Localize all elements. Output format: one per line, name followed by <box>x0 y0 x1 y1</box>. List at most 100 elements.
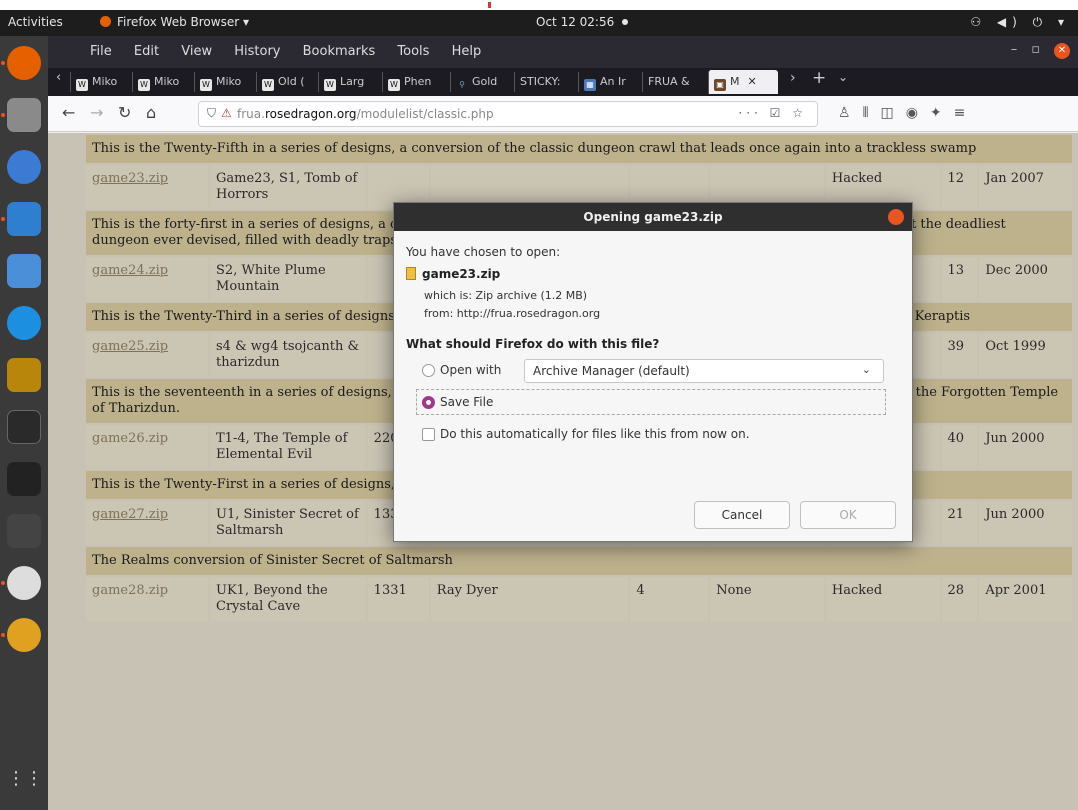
back-icon[interactable]: ← <box>62 103 75 122</box>
cancel-button[interactable]: Cancel <box>694 501 790 529</box>
tab[interactable]: ⚲ Gold <box>450 72 512 92</box>
pocket-icon[interactable]: ◉ <box>906 105 930 121</box>
reload-icon[interactable]: ↻ <box>118 103 131 122</box>
insecure-lock-icon[interactable]: ⚠ <box>221 106 232 120</box>
thunderbird-icon[interactable] <box>7 150 41 184</box>
caption-strip <box>0 0 1078 10</box>
close-window-icon[interactable]: ✕ <box>1054 43 1070 59</box>
wiki-icon: W <box>262 79 274 91</box>
save-file-radio[interactable] <box>422 396 435 409</box>
search-icon: ⚲ <box>459 80 465 89</box>
page-actions[interactable]: ··· ☑ ☆ <box>738 106 807 120</box>
tab[interactable]: ▦ An Ir <box>578 72 640 92</box>
tab[interactable]: W Larg <box>318 72 380 92</box>
menu-help[interactable]: Help <box>452 44 482 59</box>
list-tabs-icon[interactable]: ⌄ <box>838 70 848 84</box>
sidebar-icon[interactable]: ◫ <box>880 105 905 121</box>
files-icon[interactable] <box>7 98 41 132</box>
open-with-select[interactable]: Archive Manager (default) ⌄ <box>524 359 884 383</box>
tab-active[interactable]: ▣ M ✕ <box>708 70 778 94</box>
screenshot-icon[interactable] <box>7 254 41 288</box>
file-type: which is: Zip archive (1.2 MB) <box>424 289 588 302</box>
maximize-icon[interactable]: ▫ <box>1031 42 1054 57</box>
menu-view[interactable]: View <box>181 44 212 59</box>
tab-bar: ‹ W Miko W Miko W Miko W Old ( W Larg W Phen ⚲… <box>48 68 1078 96</box>
tab[interactable]: FRUA & <box>642 72 706 92</box>
extension-icon[interactable]: ✦ <box>930 105 954 121</box>
tab-label: An Ir <box>600 75 626 88</box>
game-icon[interactable] <box>7 358 41 392</box>
tab[interactable]: W Phen <box>382 72 448 92</box>
save-file-label[interactable]: Save File <box>440 395 493 409</box>
navigation-bar: ← → ↻ ⌂ ⛉ ⚠ frua.rosedragon.org/moduleli… <box>48 96 1078 132</box>
running-indicator <box>1 581 5 585</box>
tab-label: Gold <box>472 75 498 88</box>
wiki-icon: W <box>138 79 150 91</box>
auto-label[interactable]: Do this automatically for files like thi… <box>440 427 750 441</box>
clock[interactable]: Oct 12 02:56 <box>536 15 629 29</box>
chevron-down-icon: ⌄ <box>861 363 871 376</box>
tab-label: Phen <box>404 75 432 88</box>
scroll-tabs-left-icon[interactable]: ‹ <box>56 70 61 85</box>
menu-bookmarks[interactable]: Bookmarks <box>303 44 376 59</box>
menu-history[interactable]: History <box>234 44 280 59</box>
account-icon[interactable]: ♙ <box>838 105 863 121</box>
tab-label: Miko <box>154 75 180 88</box>
snake-icon[interactable] <box>7 514 41 548</box>
tab-label: FRUA & <box>648 75 690 88</box>
shield-icon[interactable]: ⛉ <box>207 106 216 121</box>
running-indicator <box>1 61 5 65</box>
forward-icon[interactable]: → <box>90 103 103 122</box>
open-with-radio[interactable] <box>422 364 435 377</box>
dialog-close-icon[interactable] <box>888 209 904 225</box>
show-apps-icon[interactable]: ⋮⋮ <box>7 762 43 796</box>
auto-checkbox[interactable] <box>422 428 435 441</box>
help-icon[interactable] <box>7 306 41 340</box>
activities-button[interactable]: Activities <box>8 15 63 29</box>
menu-tools[interactable]: Tools <box>397 44 429 59</box>
firefox-dock-icon[interactable] <box>7 46 41 80</box>
tab[interactable]: W Old ( <box>256 72 316 92</box>
ok-button[interactable]: OK <box>800 501 896 529</box>
file-name: game23.zip <box>422 267 501 281</box>
library-icon[interactable]: ⫴ <box>863 105 881 121</box>
url-path: /modulelist/classic.php <box>356 107 494 121</box>
save-file-row: Save File <box>406 389 900 415</box>
open-with-label[interactable]: Open with <box>440 363 501 377</box>
dialog-body: You have chosen to open: game23.zip whic… <box>394 231 912 459</box>
dialog-intro: You have chosen to open: <box>406 245 561 259</box>
open-with-row: Open with Archive Manager (default) ⌄ <box>406 359 900 383</box>
disc-icon[interactable] <box>7 566 41 600</box>
dock: ⋮⋮ <box>0 36 48 810</box>
new-tab-icon[interactable]: + <box>812 68 826 88</box>
tab[interactable]: W Miko <box>132 72 192 92</box>
terminal-icon[interactable] <box>7 410 41 444</box>
minimize-icon[interactable]: – <box>1011 42 1032 57</box>
url-prefix: frua. <box>237 107 265 121</box>
tab[interactable]: W Miko <box>194 72 254 92</box>
menu-file[interactable]: File <box>90 44 112 59</box>
speaker-icon[interactable] <box>7 618 41 652</box>
menu-list: File Edit View History Bookmarks Tools H… <box>90 44 499 59</box>
firefox-icon <box>100 16 111 27</box>
url-bar[interactable]: ⛉ ⚠ frua.rosedragon.org/modulelist/class… <box>198 101 818 127</box>
tab[interactable]: STICKY: <box>514 72 576 92</box>
home-icon[interactable]: ⌂ <box>146 103 156 122</box>
tab-label: Old ( <box>278 75 305 88</box>
system-tray[interactable]: ⚇ ◀) ⏻ ▾ <box>970 15 1070 30</box>
running-indicator <box>1 217 5 221</box>
file-meta: which is: Zip archive (1.2 MB) from: htt… <box>424 287 900 323</box>
file-name-row: game23.zip <box>406 267 900 281</box>
menu-edit[interactable]: Edit <box>134 44 159 59</box>
app-menu[interactable]: Firefox Web Browser ▾ <box>100 15 249 29</box>
menu-icon[interactable]: ≡ <box>954 105 978 121</box>
tab-label: Larg <box>340 75 365 88</box>
dialog-title: Opening game23.zip <box>583 210 723 224</box>
tab[interactable]: W Miko <box>70 72 130 92</box>
scroll-tabs-right-icon[interactable]: › <box>790 70 796 86</box>
wiki-icon: W <box>324 79 336 91</box>
close-tab-icon[interactable]: ✕ <box>748 75 757 88</box>
pacman-icon[interactable] <box>7 462 41 496</box>
open-file-dialog: Opening game23.zip You have chosen to op… <box>393 202 913 542</box>
writer-icon[interactable] <box>7 202 41 236</box>
